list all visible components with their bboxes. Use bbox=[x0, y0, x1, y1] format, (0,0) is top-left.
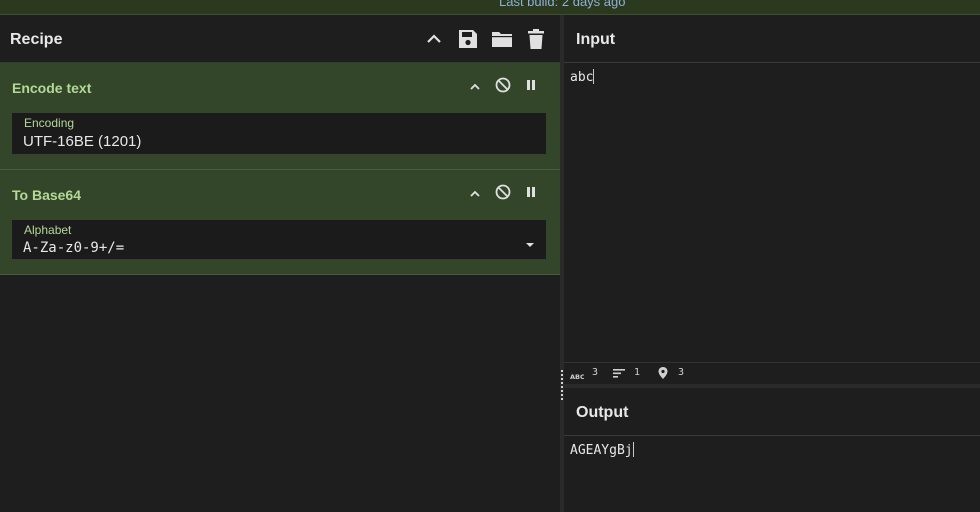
folder-icon[interactable] bbox=[491, 28, 513, 50]
alphabet-label: Alphabet bbox=[24, 223, 72, 237]
save-icon[interactable] bbox=[457, 28, 479, 50]
location-pin-icon bbox=[656, 366, 670, 385]
input-header: Input bbox=[564, 15, 980, 63]
input-position: 3 bbox=[678, 367, 685, 378]
operation-title: Encode text bbox=[12, 80, 92, 96]
svg-text:ABC: ABC bbox=[570, 373, 584, 381]
encoding-field[interactable]: Encoding UTF-16BE (1201) bbox=[12, 113, 546, 155]
input-title: Input bbox=[576, 31, 616, 48]
operation-encode-text[interactable]: Encode text Encoding UTF-16BE (1201) bbox=[0, 63, 560, 170]
dropdown-arrow-icon[interactable] bbox=[524, 236, 536, 254]
disable-icon[interactable] bbox=[494, 183, 512, 201]
recipe-title: Recipe bbox=[10, 31, 63, 48]
trash-icon[interactable] bbox=[525, 28, 547, 50]
output-textarea[interactable]: AGEAYgBj bbox=[564, 436, 980, 512]
output-text: AGEAYgBj bbox=[570, 442, 634, 458]
chevron-up-icon[interactable] bbox=[466, 78, 484, 96]
recipe-pane: Recipe Encode text Encoding UTF-16BE (12… bbox=[0, 15, 560, 512]
input-lines: 1 bbox=[634, 367, 641, 378]
pause-icon[interactable] bbox=[522, 76, 540, 94]
output-title: Output bbox=[576, 404, 629, 421]
encoding-label: Encoding bbox=[24, 116, 75, 130]
chevron-up-icon[interactable] bbox=[466, 185, 484, 203]
input-status-bar: ABC 3 1 3 bbox=[564, 362, 980, 384]
resize-grip[interactable] bbox=[561, 370, 563, 400]
lines-icon bbox=[612, 366, 626, 385]
input-text: abc bbox=[570, 69, 595, 85]
operation-title: To Base64 bbox=[12, 187, 81, 203]
operation-to-base64[interactable]: To Base64 Alphabet A-Za-z0-9+/= bbox=[0, 170, 560, 275]
pause-icon[interactable] bbox=[522, 183, 540, 201]
input-textarea[interactable]: abc bbox=[564, 63, 980, 362]
chevron-up-icon[interactable] bbox=[423, 28, 445, 50]
disable-icon[interactable] bbox=[494, 76, 512, 94]
alphabet-value: A-Za-z0-9+/= bbox=[23, 240, 125, 256]
output-header: Output bbox=[564, 388, 980, 436]
last-build-text: Last build: 2 days ago bbox=[499, 0, 626, 9]
encoding-value: UTF-16BE (1201) bbox=[23, 133, 142, 150]
input-length: 3 bbox=[592, 367, 599, 378]
alphabet-select[interactable]: Alphabet A-Za-z0-9+/= bbox=[12, 220, 546, 260]
top-bar: Last build: 2 days ago bbox=[0, 0, 980, 15]
recipe-header: Recipe bbox=[0, 15, 560, 63]
